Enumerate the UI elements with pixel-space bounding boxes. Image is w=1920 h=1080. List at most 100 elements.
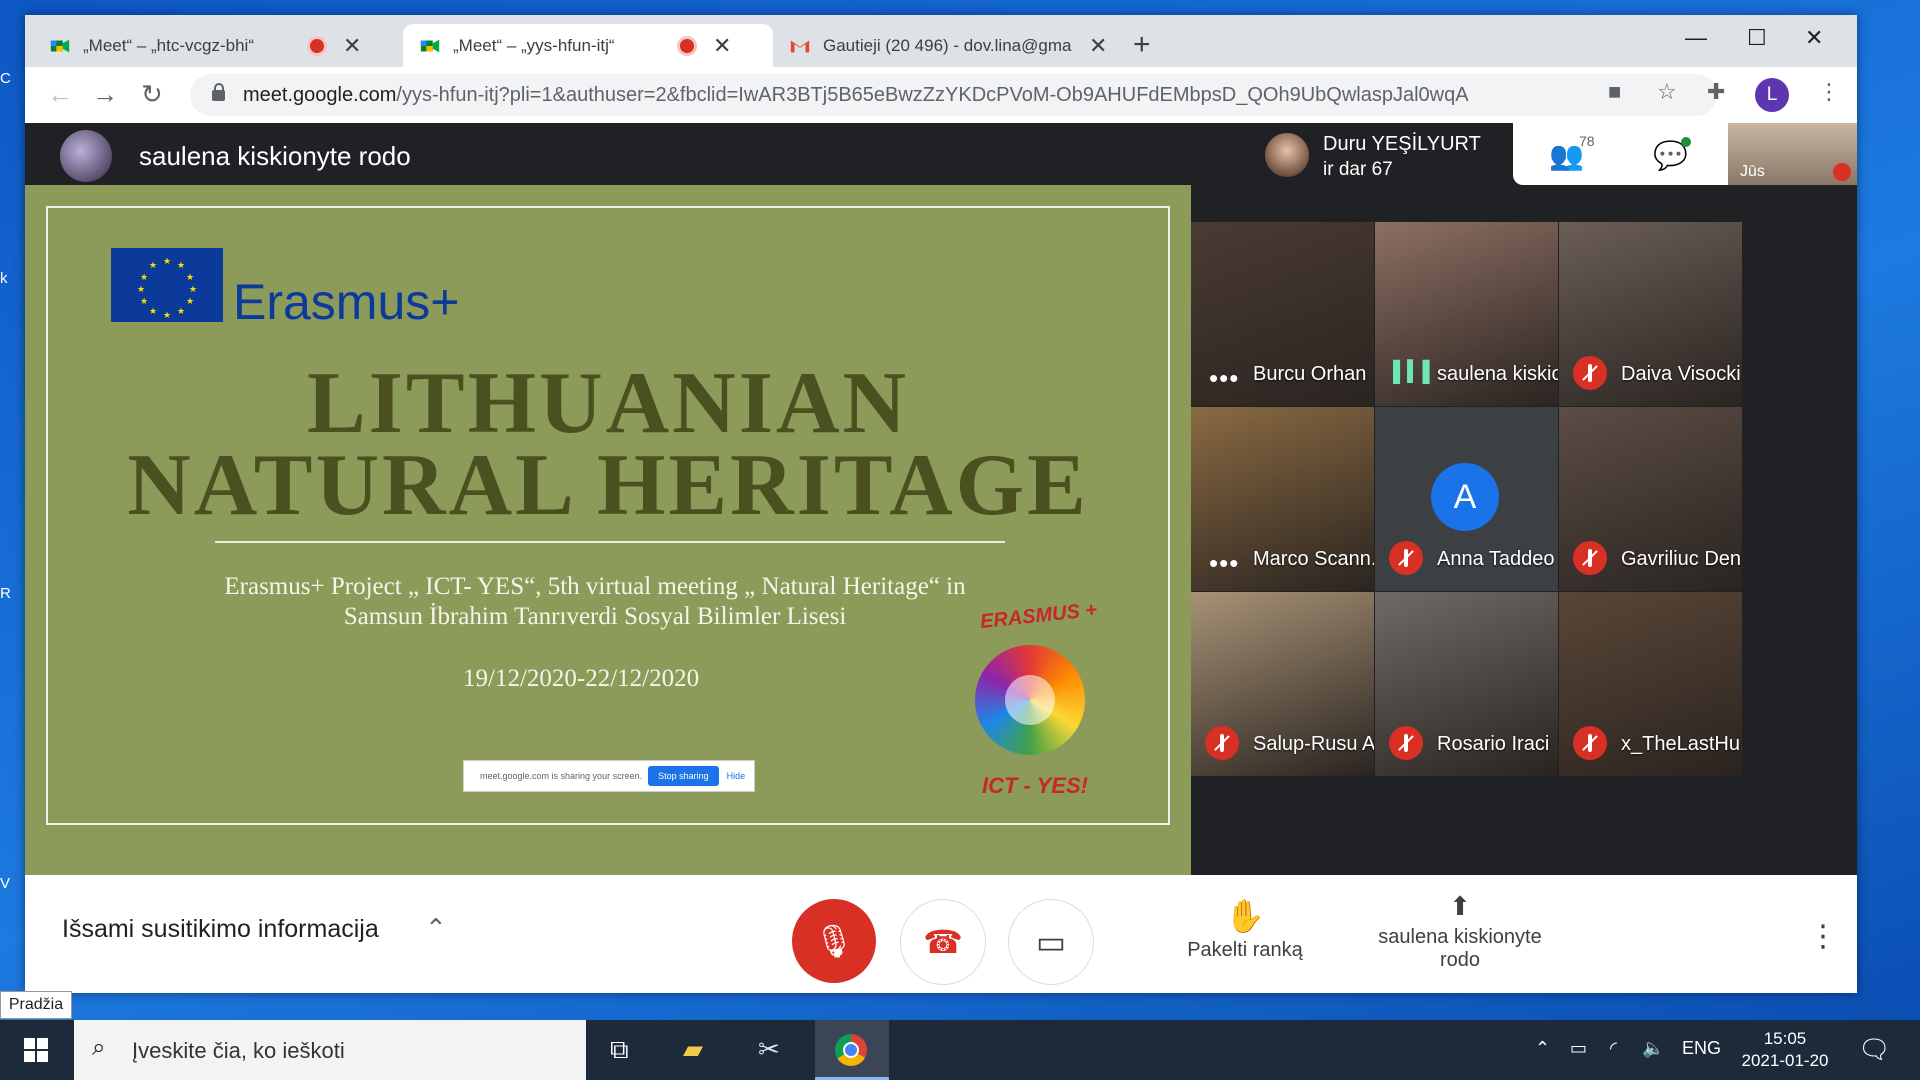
stop-sharing-button[interactable]: Stop sharing <box>648 766 719 786</box>
participant-name: Burcu Orhan <box>1253 363 1367 385</box>
meeting-details-button[interactable]: Išsami susitikimo informacija <box>62 915 379 944</box>
participant-name: Anna Taddeo <box>1437 548 1555 570</box>
clock-time: 15:05 <box>1763 1029 1807 1048</box>
notifications-icon[interactable]: 🗨 <box>1858 1034 1891 1065</box>
participants-count: 78 <box>1579 133 1595 149</box>
more-options-icon[interactable]: ⋮ <box>1808 919 1838 954</box>
more-dots-icon: ••• <box>1209 363 1240 393</box>
camera-in-use-icon[interactable]: ■ <box>1608 79 1621 105</box>
mic-muted-icon <box>1573 356 1607 390</box>
participant-tile[interactable]: Gavriliuc Deni... <box>1559 407 1742 591</box>
participant-tile[interactable]: A Anna Taddeo <box>1375 407 1558 591</box>
windows-logo-icon <box>24 1038 48 1062</box>
lock-icon[interactable] <box>212 82 225 101</box>
divider <box>215 541 1005 543</box>
snipping-tool-icon[interactable]: ✂ <box>758 1034 780 1065</box>
bookmark-star-icon[interactable]: ☆ <box>1657 79 1677 105</box>
desktop-icon-fragment[interactable]: C <box>0 70 26 100</box>
gmail-icon <box>790 40 810 52</box>
start-button[interactable] <box>0 1020 72 1080</box>
clock[interactable]: 15:05 2021-01-20 <box>1730 1028 1840 1072</box>
participant-tile[interactable]: ▌▍▌saulena kiskio... <box>1375 222 1558 406</box>
chrome-window: „Meet“ – „htc-vcgz-bhi“ ✕ „Meet“ – „yys-… <box>25 15 1857 993</box>
maximize-button[interactable]: ☐ <box>1747 25 1767 51</box>
chrome-menu-icon[interactable]: ⋮ <box>1818 79 1840 105</box>
participant-tile[interactable]: Salup-Rusu Al... <box>1191 592 1374 776</box>
presenter-avatar <box>60 130 112 182</box>
mic-muted-icon <box>1573 726 1607 760</box>
forward-button[interactable]: → <box>92 79 118 110</box>
task-view-icon[interactable]: ⧉ <box>610 1034 629 1066</box>
presenting-button[interactable]: ⬆ saulena kiskionyte rodo <box>1345 891 1575 972</box>
more-dots-icon: ••• <box>1209 548 1240 578</box>
reload-button[interactable]: ↻ <box>141 79 163 110</box>
participant-tile[interactable]: ••• Burcu Orhan <box>1191 222 1374 406</box>
desktop-icon-fragment[interactable]: k <box>0 270 26 300</box>
taskbar-search[interactable]: ⌕ Įveskite čia, ko ieškoti <box>74 1020 586 1080</box>
logo-top-text: ERASMUS + <box>979 598 1099 634</box>
hide-button[interactable]: Hide <box>727 771 746 781</box>
camera-icon: ▭ <box>1035 924 1067 960</box>
close-tab-icon[interactable]: ✕ <box>343 33 361 59</box>
mic-toggle-button[interactable]: 🎙 <box>792 899 876 983</box>
desktop-icon-fragment[interactable]: V <box>0 875 26 905</box>
camera-toggle-button[interactable]: ▭ <box>1008 899 1094 985</box>
clock-date: 2021-01-20 <box>1741 1051 1829 1070</box>
participant-tile[interactable]: ••• Marco Scann... <box>1191 407 1374 591</box>
participant-tile[interactable]: x_TheLastHu... <box>1559 592 1742 776</box>
close-window-button[interactable]: ✕ <box>1805 25 1823 51</box>
url-text: meet.google.com/yys-hfun-itj?pli=1&authu… <box>243 83 1469 106</box>
profile-avatar[interactable]: L <box>1755 78 1789 112</box>
close-tab-icon[interactable]: ✕ <box>713 33 731 59</box>
recording-icon <box>307 35 327 56</box>
presenting-label-2: rodo <box>1439 949 1481 971</box>
mic-off-icon: 🎙 <box>813 923 855 959</box>
participant-avatar: A <box>1431 463 1499 531</box>
address-bar[interactable]: meet.google.com/yys-hfun-itj?pli=1&authu… <box>190 74 1717 116</box>
participant-name: Daiva Visocki... <box>1621 363 1742 385</box>
desktop-icon-fragment[interactable]: R <box>0 585 26 615</box>
speaking-indicator-icon: ▌▍▌ <box>1393 361 1437 383</box>
eu-flag-icon: ★ ★ ★ ★ ★ ★ ★ ★ ★ ★ ★ ★ <box>111 248 223 322</box>
tab-title: „Meet“ – „htc-vcgz-bhi“ <box>83 35 254 55</box>
participant-tile[interactable]: Rosario Iraci <box>1375 592 1558 776</box>
leave-call-button[interactable]: ☎ <box>900 899 986 985</box>
search-placeholder: Įveskite čia, ko ieškoti <box>132 1038 345 1063</box>
present-screen-icon: ⬆ <box>1449 891 1471 921</box>
tab-gmail[interactable]: Gautieji (20 496) - dov.lina@gma ✕ <box>773 24 1123 67</box>
meet-content: saulena kiskionyte rodo ★ ★ ★ ★ ★ ★ ★ ★ ★ ★ ★ ★ … <box>25 123 1857 875</box>
tab-title: Gautieji (20 496) - dov.lina@gma <box>823 35 1072 55</box>
volume-icon[interactable]: 🔈 <box>1642 1038 1664 1059</box>
wifi-icon[interactable]: ◜ <box>1610 1038 1617 1059</box>
chevron-up-icon[interactable]: ⌃ <box>425 913 447 944</box>
active-speaker-chip[interactable]: Duru YEŞİLYURT ir dar 67 <box>1253 123 1513 185</box>
meet-icon <box>50 39 70 52</box>
participant-name: Gavriliuc Deni... <box>1621 548 1742 570</box>
close-tab-icon[interactable]: ✕ <box>1089 33 1107 59</box>
tab-meet-yys[interactable]: „Meet“ – „yys-hfun-itj“ ✕ <box>403 24 773 67</box>
shared-screen[interactable]: ★ ★ ★ ★ ★ ★ ★ ★ ★ ★ ★ ★ Erasmus+ LITHUANIAN NATU… <box>25 185 1191 875</box>
participant-name: saulena kiskio... <box>1437 363 1558 385</box>
language-indicator[interactable]: ENG <box>1682 1038 1721 1059</box>
speaker-subtitle: ir dar 67 <box>1323 159 1393 180</box>
self-view-tile[interactable]: Jūs <box>1728 123 1857 185</box>
show-hidden-icons-icon[interactable]: ⌃ <box>1535 1038 1550 1059</box>
presenter-name: saulena kiskionyte rodo <box>139 141 411 171</box>
ict-yes-logo: ERASMUS + ICT - YES! <box>930 599 1130 815</box>
erasmus-logo-text: Erasmus+ <box>233 274 460 330</box>
raise-hand-button[interactable]: ✋ Pakelti ranką <box>1155 897 1335 962</box>
participant-tile[interactable]: Daiva Visocki... <box>1559 222 1742 406</box>
slide-dates: 19/12/2020-22/12/2020 <box>463 665 700 692</box>
extensions-icon[interactable]: ✚ <box>1707 79 1725 105</box>
start-tooltip: Pradžia <box>0 991 72 1019</box>
speaker-avatar <box>1265 133 1309 177</box>
new-tab-button[interactable]: + <box>1133 30 1151 60</box>
file-explorer-icon[interactable]: ▰ <box>683 1034 703 1065</box>
battery-icon[interactable]: ▭ <box>1570 1038 1587 1059</box>
tab-meet-htc[interactable]: „Meet“ – „htc-vcgz-bhi“ ✕ <box>33 24 413 67</box>
windows-taskbar: ⌕ Įveskite čia, ko ieškoti ⧉ ▰ ✂ ⌃ ▭ ◜ 🔈… <box>0 1020 1920 1080</box>
participant-name: Salup-Rusu Al... <box>1253 733 1374 755</box>
back-button[interactable]: ← <box>47 79 73 110</box>
meet-icon <box>420 39 440 52</box>
minimize-button[interactable]: — <box>1685 25 1707 51</box>
